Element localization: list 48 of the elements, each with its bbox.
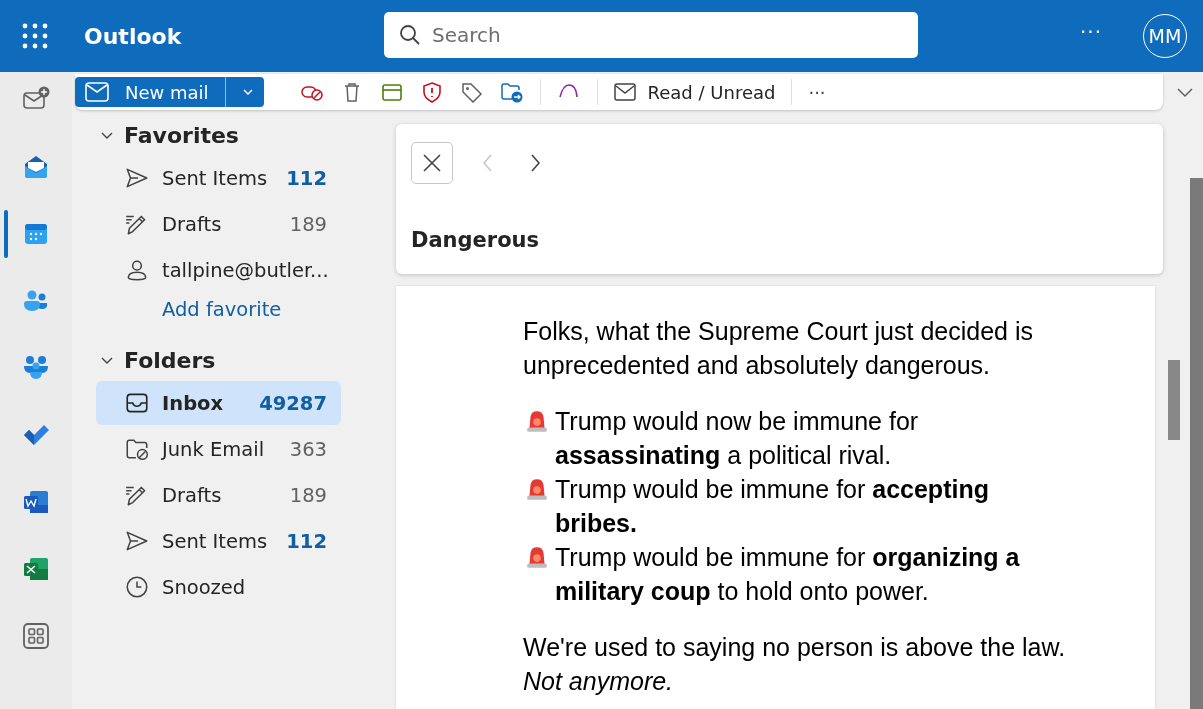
chevron-right-icon [530,154,540,172]
archive-icon[interactable] [379,81,404,103]
close-icon [422,153,442,173]
folder-item[interactable]: Junk Email 363 [96,427,341,471]
excel-icon[interactable] [24,558,48,580]
folder-item[interactable]: Drafts 189 [96,473,341,517]
close-button[interactable] [411,142,453,184]
more-button[interactable]: ··· [808,81,826,103]
more-button[interactable]: ··· [1080,20,1103,44]
section-title: Folders [124,347,216,373]
mail-icon[interactable] [25,156,47,178]
compose-mail-icon[interactable] [23,86,50,109]
folder-item[interactable]: tallpine@butler... [96,248,341,292]
active-indicator [4,210,8,258]
alert-line: Trump would be immune for accepting bribes. [555,474,990,539]
folder-item[interactable]: Drafts 189 [96,202,341,246]
folder-item[interactable]: Inbox 49287 [96,381,341,425]
message-subject: Dangerous [411,228,540,252]
paragraph: Folks, what the Supreme Court just decided is unprecedented and absolutely dangerous. [523,316,1034,381]
caret-icon [241,86,254,98]
alert-line: Trump would now be immune for assassinating a political rival. [555,406,920,471]
scrollbar-thumb[interactable] [1168,360,1180,440]
app-launcher-icon[interactable] [22,23,48,49]
search-field[interactable]: Search [384,12,918,58]
move-icon[interactable] [499,81,524,103]
folder-item[interactable]: Sent Items 112 [96,519,341,563]
tag-icon[interactable] [459,81,484,103]
people-icon[interactable] [24,290,48,311]
search-icon [398,23,422,47]
checkmark-icon[interactable] [24,425,49,445]
alert-line: Trump would be immune for organizing a military coup to hold onto power. [555,542,1021,607]
group-icon[interactable] [24,356,48,379]
add-favorite-link[interactable]: Add favorite [162,298,282,321]
section-title: Favorites [124,122,239,148]
folder-item[interactable]: Snoozed [96,565,341,609]
clock-icon [124,574,150,600]
chevron-left-icon [482,154,492,172]
mail-icon [85,82,109,102]
apps-icon[interactable] [23,623,49,649]
new-mail-button[interactable]: New mail [75,77,264,107]
scrollbar[interactable] [1190,178,1203,709]
paragraph: We're used to saying no person is above the law. Not anymore. [523,632,1067,697]
word-icon[interactable] [24,491,48,513]
app-title: Outlook [84,23,182,49]
calendar-icon[interactable] [25,224,47,244]
read-unread-button[interactable]: Read / Unread [613,81,776,103]
envelope-icon [613,82,636,102]
folder-item[interactable]: Sent Items 112 [96,156,341,200]
